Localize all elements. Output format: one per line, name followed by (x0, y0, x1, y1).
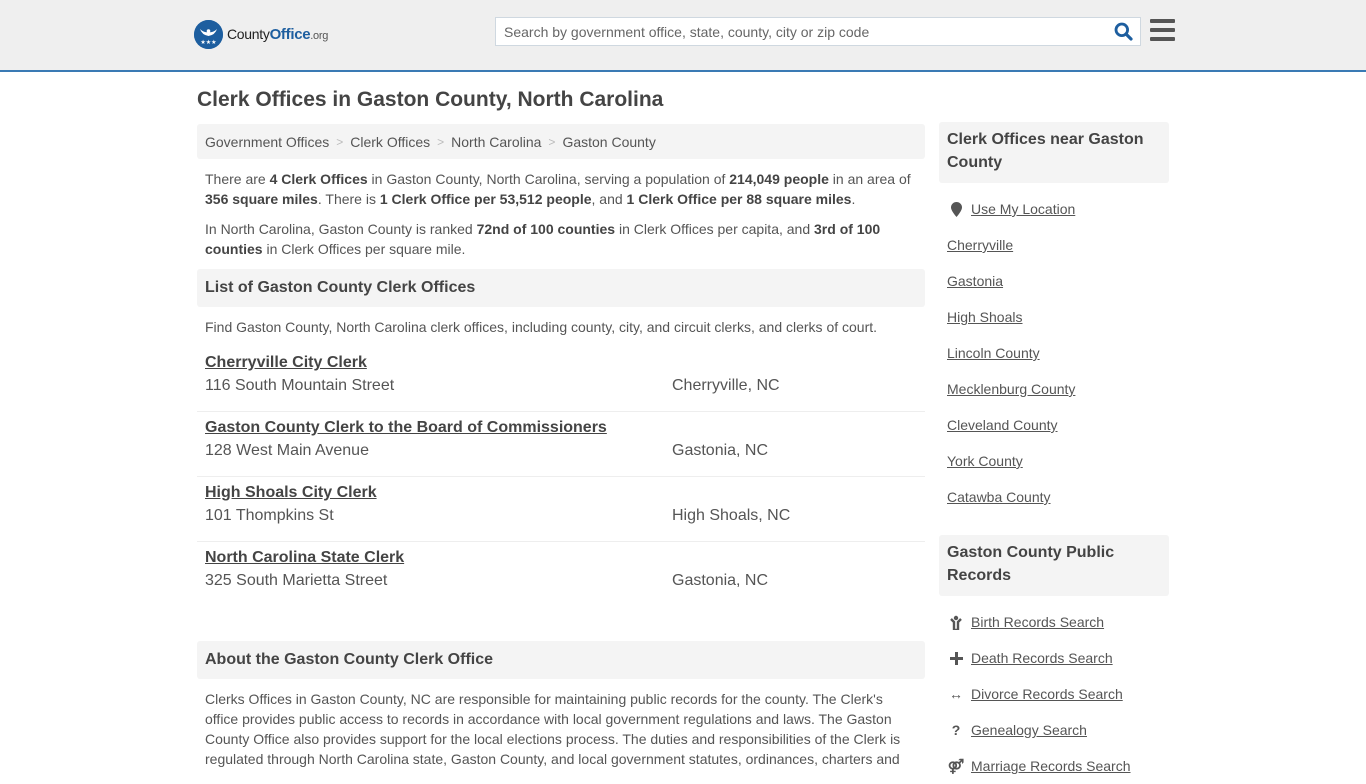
office-name-link[interactable]: Gaston County Clerk to the Board of Comm… (205, 417, 607, 439)
public-records-list: Birth Records Search Death Records Searc… (939, 596, 1169, 784)
use-my-location-item: Use My Location (947, 191, 1161, 227)
office-city: High Shoals, NC (672, 507, 791, 524)
nearby-link-lincoln-county[interactable]: Lincoln County (947, 345, 1040, 361)
office-city: Gastonia, NC (672, 442, 769, 459)
highlight-stat: 1 Clerk Office per 88 square miles (626, 191, 852, 207)
birth-records-link[interactable]: Birth Records Search (971, 614, 1104, 630)
nearby-link-gastonia[interactable]: Gastonia (947, 273, 1003, 289)
office-address: 116 South Mountain Street (205, 377, 395, 394)
office-name-link[interactable]: High Shoals City Clerk (205, 482, 377, 504)
office-list-item: Gaston County Clerk to the Board of Comm… (197, 412, 925, 477)
nearby-link-catawba-county[interactable]: Catawba County (947, 489, 1051, 505)
text-fragment: There are (205, 171, 270, 187)
public-records-heading: Gaston County Public Records (939, 535, 1169, 596)
office-list-heading: List of Gaston County Clerk Offices (197, 269, 925, 307)
site-header: ★★★ CountyOffice.org (0, 0, 1366, 72)
breadcrumb-separator-icon: > (437, 134, 445, 149)
office-address: 325 South Marietta Street (205, 572, 388, 589)
about-text: Clerks Offices in Gaston County, NC are … (205, 691, 901, 767)
intro-text: There are 4 Clerk Offices in Gaston Coun… (197, 159, 925, 259)
svg-text:★★★: ★★★ (200, 39, 216, 46)
text-fragment: in Clerk Offices per square mile. (262, 241, 466, 257)
page-title: Clerk Offices in Gaston County, North Ca… (197, 88, 664, 111)
text-fragment: in Clerk Offices per capita, and (615, 221, 815, 237)
office-list-item: Cherryville City Clerk 116 South Mountai… (197, 347, 925, 412)
nearby-heading: Clerk Offices near Gaston County (939, 122, 1169, 183)
eagle-logo-icon: ★★★ (194, 20, 223, 49)
intro-summary: There are 4 Clerk Offices in Gaston Coun… (205, 169, 917, 209)
search-box (495, 17, 1141, 46)
text-fragment: in an area of (828, 171, 911, 187)
office-list: Cherryville City Clerk 116 South Mountai… (197, 347, 925, 607)
text-fragment: , and (591, 191, 627, 207)
question-icon: ? (951, 722, 961, 738)
arrows-horizontal-icon: ↔ (949, 686, 963, 702)
use-my-location-link[interactable]: Use My Location (971, 201, 1075, 217)
office-address: 128 West Main Avenue (205, 442, 369, 459)
sidebar: Clerk Offices near Gaston County Use My … (939, 122, 1169, 784)
text-fragment: . (851, 191, 856, 207)
site-logo[interactable]: ★★★ CountyOffice.org (194, 20, 328, 49)
office-city: Cherryville, NC (672, 377, 780, 394)
office-city: Gastonia, NC (672, 572, 769, 589)
text-fragment: In North Carolina, Gaston County is rank… (205, 221, 477, 237)
text-fragment: in Gaston County, North Carolina, servin… (367, 171, 730, 187)
office-list-item: High Shoals City Clerk 101 Thompkins St H… (197, 477, 925, 542)
hamburger-menu-icon[interactable] (1150, 19, 1175, 41)
about-section: About the Gaston County Clerk Office Cle… (197, 641, 925, 779)
breadcrumb: Government Offices > Clerk Offices > Nor… (197, 124, 925, 159)
office-name-link[interactable]: Cherryville City Clerk (205, 352, 367, 374)
nearby-link-cherryville[interactable]: Cherryville (947, 237, 1013, 253)
text-fragment: . There is (317, 191, 380, 207)
breadcrumb-gaston-county[interactable]: Gaston County (562, 134, 655, 150)
highlight-stat: 356 square miles (205, 191, 318, 207)
genealogy-search-link[interactable]: Genealogy Search (971, 722, 1087, 738)
search-button[interactable] (1106, 18, 1140, 45)
nearby-list: Use My Location Cherryville Gastonia Hig… (939, 183, 1169, 515)
nearby-link-york-county[interactable]: York County (947, 453, 1023, 469)
marriage-icon: ⚤ (947, 757, 965, 774)
breadcrumb-separator-icon: > (336, 134, 344, 149)
main-content: Government Offices > Clerk Offices > Nor… (197, 124, 925, 779)
breadcrumb-separator-icon: > (548, 134, 556, 149)
map-marker-icon (947, 201, 965, 217)
breadcrumb-north-carolina[interactable]: North Carolina (451, 134, 541, 150)
divorce-records-link[interactable]: Divorce Records Search (971, 686, 1123, 702)
plus-cross-icon (947, 651, 965, 665)
nearby-link-high-shoals[interactable]: High Shoals (947, 309, 1023, 325)
breadcrumb-clerk-offices[interactable]: Clerk Offices (350, 134, 430, 150)
nearby-link-mecklenburg-county[interactable]: Mecklenburg County (947, 381, 1075, 397)
search-icon (1114, 22, 1133, 41)
breadcrumb-government-offices[interactable]: Government Offices (205, 134, 329, 150)
office-list-item: North Carolina State Clerk 325 South Mar… (197, 542, 925, 607)
logo-wordmark: CountyOffice.org (227, 26, 329, 43)
highlight-stat: 4 Clerk Offices (269, 171, 368, 187)
office-list-description: Find Gaston County, North Carolina clerk… (205, 319, 878, 335)
death-records-link[interactable]: Death Records Search (971, 650, 1113, 666)
intro-ranking: In North Carolina, Gaston County is rank… (205, 219, 917, 259)
highlight-stat: 1 Clerk Office per 53,512 people (379, 191, 592, 207)
highlight-stat: 72nd of 100 counties (476, 221, 616, 237)
nearby-link-cleveland-county[interactable]: Cleveland County (947, 417, 1058, 433)
marriage-records-link[interactable]: Marriage Records Search (971, 758, 1131, 774)
office-address: 101 Thompkins St (205, 507, 334, 524)
about-heading: About the Gaston County Clerk Office (197, 641, 925, 679)
search-input[interactable] (496, 18, 1106, 45)
highlight-stat: 214,049 people (729, 171, 829, 187)
baby-icon (947, 615, 965, 630)
office-name-link[interactable]: North Carolina State Clerk (205, 547, 404, 569)
